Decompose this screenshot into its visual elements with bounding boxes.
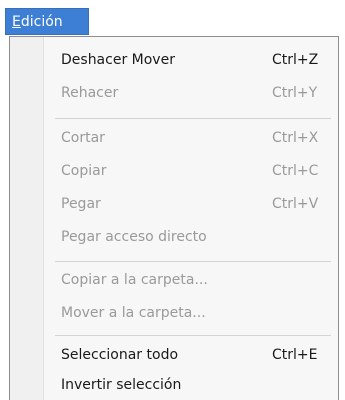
menu-item-invertir-seleccion[interactable]: Invertir selección: [10, 372, 338, 398]
menu-separator: [55, 335, 331, 336]
menu-item-label: Rehacer: [61, 85, 119, 101]
menu-item-label: Seleccionar todo: [61, 347, 179, 363]
menu-item-pegar-acceso-directo[interactable]: Pegar acceso directo: [10, 224, 338, 250]
menu-bar: Edición: [0, 0, 345, 36]
menu-item-label: Pegar acceso directo: [61, 229, 207, 245]
menu-item-label: Cortar: [61, 130, 105, 146]
menu-item-shortcut: Ctrl+C: [272, 163, 319, 179]
menu-item-label: Copiar a la carpeta...: [61, 272, 208, 288]
edicion-dropdown-menu: Deshacer Mover Ctrl+Z Rehacer Ctrl+Y Cor…: [9, 36, 339, 400]
menu-item-shortcut: Ctrl+V: [272, 196, 319, 212]
menu-separator: [55, 118, 331, 119]
menu-item-deshacer-mover[interactable]: Deshacer Mover Ctrl+Z: [10, 47, 338, 73]
menu-item-label: Copiar: [61, 163, 107, 179]
menu-item-cortar[interactable]: Cortar Ctrl+X: [10, 125, 338, 151]
menu-item-copiar[interactable]: Copiar Ctrl+C: [10, 158, 338, 184]
menu-item-pegar[interactable]: Pegar Ctrl+V: [10, 191, 338, 217]
menu-edicion[interactable]: Edición: [5, 8, 89, 35]
menu-item-shortcut: Ctrl+Y: [272, 85, 318, 101]
menu-item-shortcut: Ctrl+Z: [272, 52, 319, 68]
menu-item-mover-a-la-carpeta[interactable]: Mover a la carpeta...: [10, 300, 338, 326]
menu-item-label: Invertir selección: [61, 377, 182, 393]
menu-edicion-label: dición: [20, 14, 63, 30]
menu-item-label: Mover a la carpeta...: [61, 305, 206, 321]
menu-item-label: Pegar: [61, 196, 101, 212]
menu-item-shortcut: Ctrl+E: [272, 347, 318, 363]
menu-item-seleccionar-todo[interactable]: Seleccionar todo Ctrl+E: [10, 342, 338, 368]
menu-item-shortcut: Ctrl+X: [272, 130, 319, 146]
menu-separator: [55, 261, 331, 262]
menu-item-rehacer[interactable]: Rehacer Ctrl+Y: [10, 80, 338, 106]
menu-item-label: Deshacer Mover: [61, 52, 175, 68]
menu-edicion-mnemonic: E: [12, 14, 21, 30]
menu-item-copiar-a-la-carpeta[interactable]: Copiar a la carpeta...: [10, 267, 338, 293]
